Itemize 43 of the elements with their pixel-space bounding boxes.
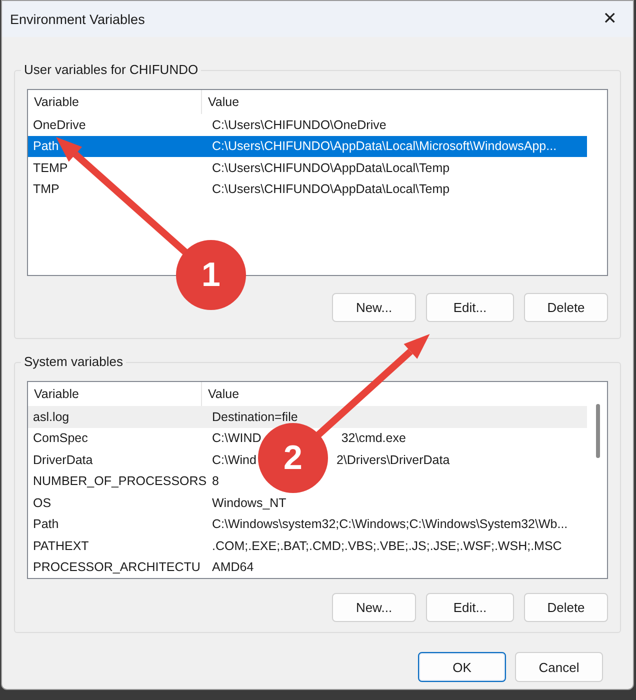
action-button[interactable]: Edit... (426, 293, 514, 322)
action-button[interactable]: Delete (524, 593, 608, 622)
variable-value: Destination=file (211, 410, 298, 424)
variable-value: .COM;.EXE;.BAT;.CMD;.VBS;.VBE;.JS;.JSE;.WSF;.WSH;.MSC (211, 538, 562, 553)
variable-value: C:\Users\CHIFUNDO\AppData\Local\Temp (211, 182, 450, 196)
action-button[interactable]: Delete (524, 293, 608, 322)
variable-value: AMD64 (211, 560, 254, 574)
list-row[interactable]: asl.log Destination=file (28, 406, 587, 428)
close-button[interactable]: ✕ (594, 7, 625, 31)
variable-value: C:\Windows\system32;C:\Windows;C:\Windows\System32\Wb... (211, 517, 568, 532)
variable-name: PROCESSOR_ARCHITECTU (32, 560, 202, 574)
variable-name: PATHEXT (32, 538, 90, 553)
variable-name: NUMBER_OF_PROCESSORS (32, 474, 206, 488)
window-title: Environment Variables (10, 12, 145, 26)
group-title: System variables (21, 354, 126, 369)
dialog-button[interactable]: Cancel (515, 652, 603, 682)
action-button[interactable]: Edit... (426, 593, 514, 622)
variable-value: Windows_NT (211, 496, 286, 510)
variable-name: Path (32, 139, 60, 154)
column-header[interactable]: Variable (28, 90, 202, 114)
variable-value: 8 (211, 474, 219, 488)
dialog-button[interactable]: OK (418, 652, 506, 682)
variable-name: TMP (32, 182, 60, 196)
action-button[interactable]: New... (332, 593, 416, 622)
action-button[interactable]: New... (332, 293, 416, 322)
variable-value: 32\cmd.exe (341, 431, 406, 446)
variable-value: C:\Wind (212, 452, 256, 467)
column-header[interactable]: Value (202, 382, 587, 406)
list-row[interactable]: Path C:\Users\CHIFUNDO\AppData\Local\Microsoft\WindowsApp... (28, 136, 587, 157)
variable-name: Path (32, 517, 60, 532)
column-header[interactable]: Value (202, 90, 587, 114)
variable-value: 2\Drivers\DriverData (336, 452, 450, 467)
variable-name: OneDrive (32, 118, 87, 132)
variable-value: C:\Users\CHIFUNDO\OneDrive (211, 118, 386, 132)
variable-name: DriverData (32, 452, 94, 467)
variable-name: ComSpec (32, 431, 89, 446)
group-title: User variables for CHIFUNDO (21, 62, 202, 77)
variable-value: C:\Users\CHIFUNDO\AppData\Local\Temp (211, 160, 450, 175)
variable-name: OS (32, 496, 52, 510)
variable-name: TEMP (32, 160, 69, 175)
variable-value: C:\Users\CHIFUNDO\AppData\Local\Microsoft\WindowsApp... (211, 139, 557, 154)
scrollbar-thumb[interactable] (596, 404, 600, 458)
variable-name: asl.log (32, 410, 70, 424)
